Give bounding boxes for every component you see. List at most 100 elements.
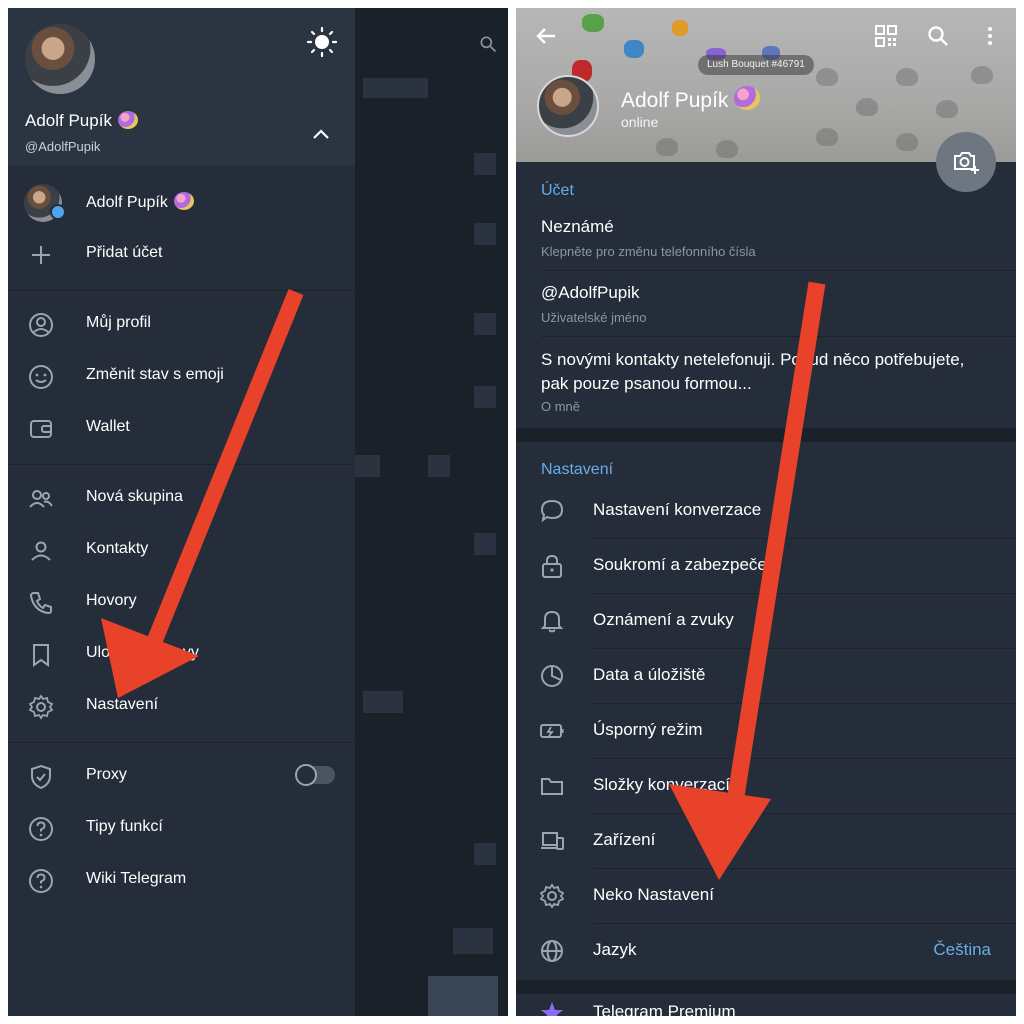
settings-item-premium[interactable]: Telegram Premium	[516, 992, 1016, 1016]
menu-item-wiki[interactable]: Wiki Telegram	[8, 856, 355, 904]
phone-hint: Klepněte pro změnu telefonního čísla	[541, 244, 756, 259]
phone-icon	[29, 592, 52, 615]
profile-status: online	[621, 114, 659, 130]
blurred-chat-block	[363, 691, 403, 713]
search-icon	[480, 36, 497, 53]
settings-label: Úsporný režim	[593, 720, 703, 739]
menu-label: Změnit stav s emoji	[86, 366, 224, 383]
gift-sticker	[582, 14, 604, 32]
username-hint: Uživatelské jméno	[541, 310, 647, 325]
menu-item-contacts[interactable]: Kontakty	[8, 526, 355, 574]
menu-item-settings[interactable]: Nastavení	[8, 682, 355, 730]
blurred-fab	[428, 976, 498, 1016]
menu-label: Můj profil	[86, 314, 151, 331]
divider	[8, 290, 355, 291]
section-gap	[516, 428, 1016, 442]
pattern-shape	[896, 68, 918, 86]
settings-item-privacy[interactable]: Soukromí a zabezpečení	[516, 539, 1016, 593]
section-title-settings: Nastavení	[541, 461, 614, 478]
settings-item-neko[interactable]: Neko Nastavení	[516, 869, 1016, 923]
settings-item-language[interactable]: Jazyk Čeština	[516, 924, 1016, 978]
drawer-username: @AdolfPupik	[25, 139, 101, 154]
username-value: @AdolfPupik	[541, 283, 640, 302]
settings-label: Složky konverzací	[593, 775, 730, 794]
menu-item-emoji-status[interactable]: Změnit stav s emoji	[8, 352, 355, 400]
menu-label: Nová skupina	[86, 488, 183, 505]
settings-item-devices[interactable]: Zařízení	[516, 814, 1016, 868]
more-vertical-icon[interactable]	[978, 24, 1002, 48]
proxy-toggle[interactable]	[295, 764, 335, 786]
settings-item-chat[interactable]: Nastavení konverzace	[516, 484, 1016, 538]
set-photo-button[interactable]	[936, 132, 996, 192]
settings-label: Soukromí a zabezpečení	[593, 555, 782, 574]
menu-label: Wallet	[86, 418, 130, 435]
panel-divider	[508, 0, 516, 1024]
account-item[interactable]: Adolf Pupík	[8, 178, 355, 226]
avatar[interactable]	[537, 75, 599, 137]
gift-label[interactable]: Lush Bouquet #46791	[698, 55, 814, 75]
menu-item-my-profile[interactable]: Můj profil	[8, 300, 355, 348]
menu-item-calls[interactable]: Hovory	[8, 578, 355, 626]
menu-label: Tipy funkcí	[86, 818, 163, 835]
menu-label: Nastavení	[86, 696, 159, 713]
devices-icon	[541, 832, 564, 850]
phone-value: Neznámé	[541, 217, 614, 236]
settings-item-folders[interactable]: Složky konverzací	[516, 759, 1016, 813]
gear-icon	[28, 694, 54, 720]
bio-hint: O mně	[541, 399, 581, 414]
chat-bubble-icon	[540, 499, 564, 523]
profile-header: Lush Bouquet #46791 Adolf Pupík online	[516, 8, 1016, 162]
settings-label: Oznámení a zvuky	[593, 610, 734, 629]
shield-icon	[31, 764, 51, 790]
profile-icon	[29, 313, 53, 337]
left-screenshot: Adolf Pupík @AdolfPupik Adolf Pupík Přid…	[8, 8, 508, 1016]
battery-icon	[540, 724, 564, 738]
qr-code-icon[interactable]	[874, 24, 898, 48]
emoji-status-icon	[117, 111, 138, 129]
blurred-chat-block	[355, 455, 380, 477]
blurred-chat-block	[474, 843, 496, 865]
menu-item-saved-messages[interactable]: Ulož avy	[8, 630, 355, 678]
chevron-up-icon[interactable]	[308, 124, 334, 144]
gear-icon	[539, 883, 565, 909]
emoji-status-icon	[734, 86, 761, 110]
settings-item-power-saving[interactable]: Úsporný režim	[516, 704, 1016, 758]
menu-item-new-group[interactable]: Nová skupina	[8, 474, 355, 522]
back-arrow-icon[interactable]	[534, 24, 558, 48]
menu-item-feature-tips[interactable]: Tipy funkcí	[8, 804, 355, 852]
divider	[541, 270, 1016, 271]
blurred-chat-block	[474, 386, 496, 408]
blurred-chat-block	[474, 153, 496, 175]
help-icon	[29, 817, 53, 841]
drawer-header: Adolf Pupík @AdolfPupik	[8, 8, 355, 166]
bio-line-2: pak pouze psanou formou...	[541, 374, 752, 393]
divider	[8, 742, 355, 743]
add-account-label: Přidat účet	[86, 244, 163, 261]
settings-label: Zařízení	[593, 830, 656, 849]
gift-sticker	[624, 40, 644, 58]
menu-item-proxy[interactable]: Proxy	[8, 752, 355, 800]
menu-label: Hovory	[86, 592, 137, 609]
sun-icon[interactable]	[306, 26, 338, 58]
settings-item-notifications[interactable]: Oznámení a zvuky	[516, 594, 1016, 648]
add-account-button[interactable]: Přidat účet	[8, 230, 355, 278]
menu-label: Wiki Telegram	[86, 870, 187, 887]
globe-icon	[541, 940, 563, 962]
search-icon[interactable]	[926, 24, 950, 48]
right-screenshot: Lush Bouquet #46791 Adolf Pupík online Ú…	[516, 8, 1016, 1016]
blurred-chat-block	[474, 313, 496, 335]
wallet-icon	[30, 420, 52, 438]
avatar[interactable]	[25, 24, 95, 94]
blurred-chat-block	[428, 455, 450, 477]
blurred-chat-block	[363, 78, 428, 98]
menu-item-wallet[interactable]: Wallet	[8, 404, 355, 452]
pattern-shape	[656, 138, 678, 156]
check-icon	[50, 204, 66, 220]
lock-icon	[542, 554, 562, 578]
pattern-shape	[716, 140, 738, 158]
pattern-shape	[936, 100, 958, 118]
pie-chart-icon	[541, 665, 563, 687]
bell-icon	[540, 610, 564, 633]
settings-label: Neko Nastavení	[593, 885, 714, 904]
settings-item-data[interactable]: Data a úložiště	[516, 649, 1016, 703]
